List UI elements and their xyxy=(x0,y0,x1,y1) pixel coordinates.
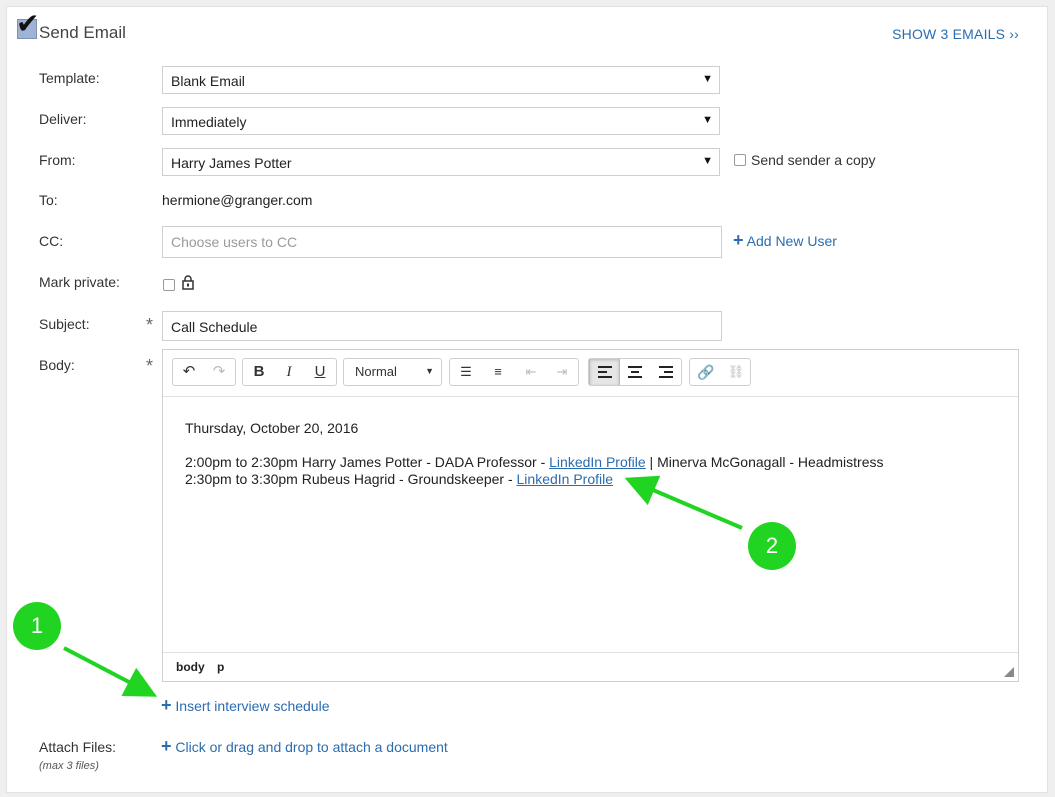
linkedin-profile-link-1[interactable]: LinkedIn Profile xyxy=(549,454,646,470)
panel-title: Send Email xyxy=(39,23,126,42)
required-asterisk: * xyxy=(146,356,154,376)
date-line: Thursday, October 20, 2016 xyxy=(185,420,359,436)
editor-content[interactable]: Thursday, October 20, 2016 2:00pm to 2:3… xyxy=(185,420,883,488)
history-group: ↶ ↷ xyxy=(172,358,236,386)
outdent-icon[interactable]: ⇤ xyxy=(516,359,546,385)
insert-interview-schedule-button[interactable]: + Insert interview schedule xyxy=(161,695,330,715)
to-value: hermione@granger.com xyxy=(162,192,313,208)
mark-private-label: Mark private: xyxy=(39,274,120,290)
indent-icon[interactable]: ⇥ xyxy=(547,359,577,385)
list-group: ☰ ≡ ⇤ ⇥ xyxy=(449,358,579,386)
attach-files-limit: (max 3 files) xyxy=(39,760,99,772)
unlink-icon[interactable]: ⛓ xyxy=(721,359,751,385)
dropdown-caret-icon: ▼ xyxy=(702,114,713,126)
send-copy-label: Send sender a copy xyxy=(751,152,876,168)
add-new-user-button[interactable]: + Add New User xyxy=(733,230,837,250)
format-value: Normal xyxy=(355,364,397,379)
editor-statusbar: body p xyxy=(163,652,1018,681)
redo-icon[interactable]: ↷ xyxy=(204,359,234,385)
to-label: To: xyxy=(39,192,58,208)
undo-icon[interactable]: ↶ xyxy=(174,359,204,385)
attach-document-button[interactable]: + Click or drag and drop to attach a doc… xyxy=(161,736,448,756)
align-right-icon[interactable] xyxy=(651,359,681,385)
deliver-value: Immediately xyxy=(171,114,247,130)
from-label: From: xyxy=(39,152,76,168)
plus-icon: + xyxy=(161,695,172,715)
underline-icon[interactable]: U xyxy=(305,359,335,385)
align-group xyxy=(588,358,682,386)
template-select[interactable]: Blank Email ▼ xyxy=(162,66,720,94)
plus-icon: + xyxy=(733,230,744,250)
mark-private-checkbox[interactable] xyxy=(163,279,175,291)
annotation-badge-2: 2 xyxy=(748,522,796,570)
add-new-user-label: Add New User xyxy=(746,233,837,249)
attach-document-label: Click or drag and drop to attach a docum… xyxy=(175,739,448,755)
dropdown-caret-icon: ▼ xyxy=(425,366,434,376)
linkedin-profile-link-2[interactable]: LinkedIn Profile xyxy=(517,471,614,487)
template-label: Template: xyxy=(39,70,100,86)
deliver-select[interactable]: Immediately ▼ xyxy=(162,107,720,135)
lock-icon xyxy=(182,275,194,290)
send-email-checkbox[interactable]: ✔ xyxy=(16,10,39,39)
link-icon[interactable]: 🔗 xyxy=(691,359,721,385)
send-email-panel: ✔ Send Email SHOW 3 EMAILS ›› Template: … xyxy=(6,6,1048,793)
required-asterisk: * xyxy=(146,315,154,335)
resize-handle-icon[interactable] xyxy=(1004,667,1014,677)
from-select[interactable]: Harry James Potter ▼ xyxy=(162,148,720,176)
path-body[interactable]: body xyxy=(176,660,205,674)
bullet-list-icon[interactable]: ☰ xyxy=(451,359,481,385)
text-style-group: B I U xyxy=(242,358,337,386)
italic-icon[interactable]: I xyxy=(274,359,304,385)
send-copy-checkbox[interactable] xyxy=(734,154,746,166)
deliver-label: Deliver: xyxy=(39,111,87,127)
bold-icon[interactable]: B xyxy=(244,359,274,385)
cc-input[interactable]: Choose users to CC xyxy=(162,226,722,258)
schedule-line-1: 2:00pm to 2:30pm Harry James Potter - DA… xyxy=(185,454,884,470)
align-center-icon[interactable] xyxy=(620,359,650,385)
cc-label: CC: xyxy=(39,233,64,249)
body-label: Body: xyxy=(39,357,75,373)
editor-toolbar: ↶ ↷ B I U Normal ▼ ☰ ≡ ⇤ ⇥ 🔗 ⛓ xyxy=(163,350,1018,397)
schedule-line-2: 2:30pm to 3:30pm Rubeus Hagrid - Grounds… xyxy=(185,471,614,487)
format-select[interactable]: Normal ▼ xyxy=(343,358,442,386)
path-p[interactable]: p xyxy=(217,660,224,674)
annotation-badge-1: 1 xyxy=(13,602,61,650)
cc-placeholder: Choose users to CC xyxy=(171,234,298,250)
attach-files-label: Attach Files: xyxy=(39,739,117,755)
numbered-list-icon[interactable]: ≡ xyxy=(483,359,513,385)
subject-value: Call Schedule xyxy=(171,319,258,335)
template-value: Blank Email xyxy=(171,73,245,89)
subject-input[interactable]: Call Schedule xyxy=(162,311,722,341)
from-value: Harry James Potter xyxy=(171,155,292,171)
link-group: 🔗 ⛓ xyxy=(689,358,751,386)
rich-text-editor[interactable]: ↶ ↷ B I U Normal ▼ ☰ ≡ ⇤ ⇥ 🔗 ⛓ Thursday,… xyxy=(162,349,1019,682)
plus-icon: + xyxy=(161,736,172,756)
subject-label: Subject: xyxy=(39,316,90,332)
insert-interview-schedule-label: Insert interview schedule xyxy=(175,698,330,714)
show-emails-link[interactable]: SHOW 3 EMAILS ›› xyxy=(892,26,1019,42)
dropdown-caret-icon: ▼ xyxy=(702,73,713,85)
align-left-icon[interactable] xyxy=(589,359,620,385)
checkmark-icon: ✔ xyxy=(16,7,40,40)
dropdown-caret-icon: ▼ xyxy=(702,155,713,167)
